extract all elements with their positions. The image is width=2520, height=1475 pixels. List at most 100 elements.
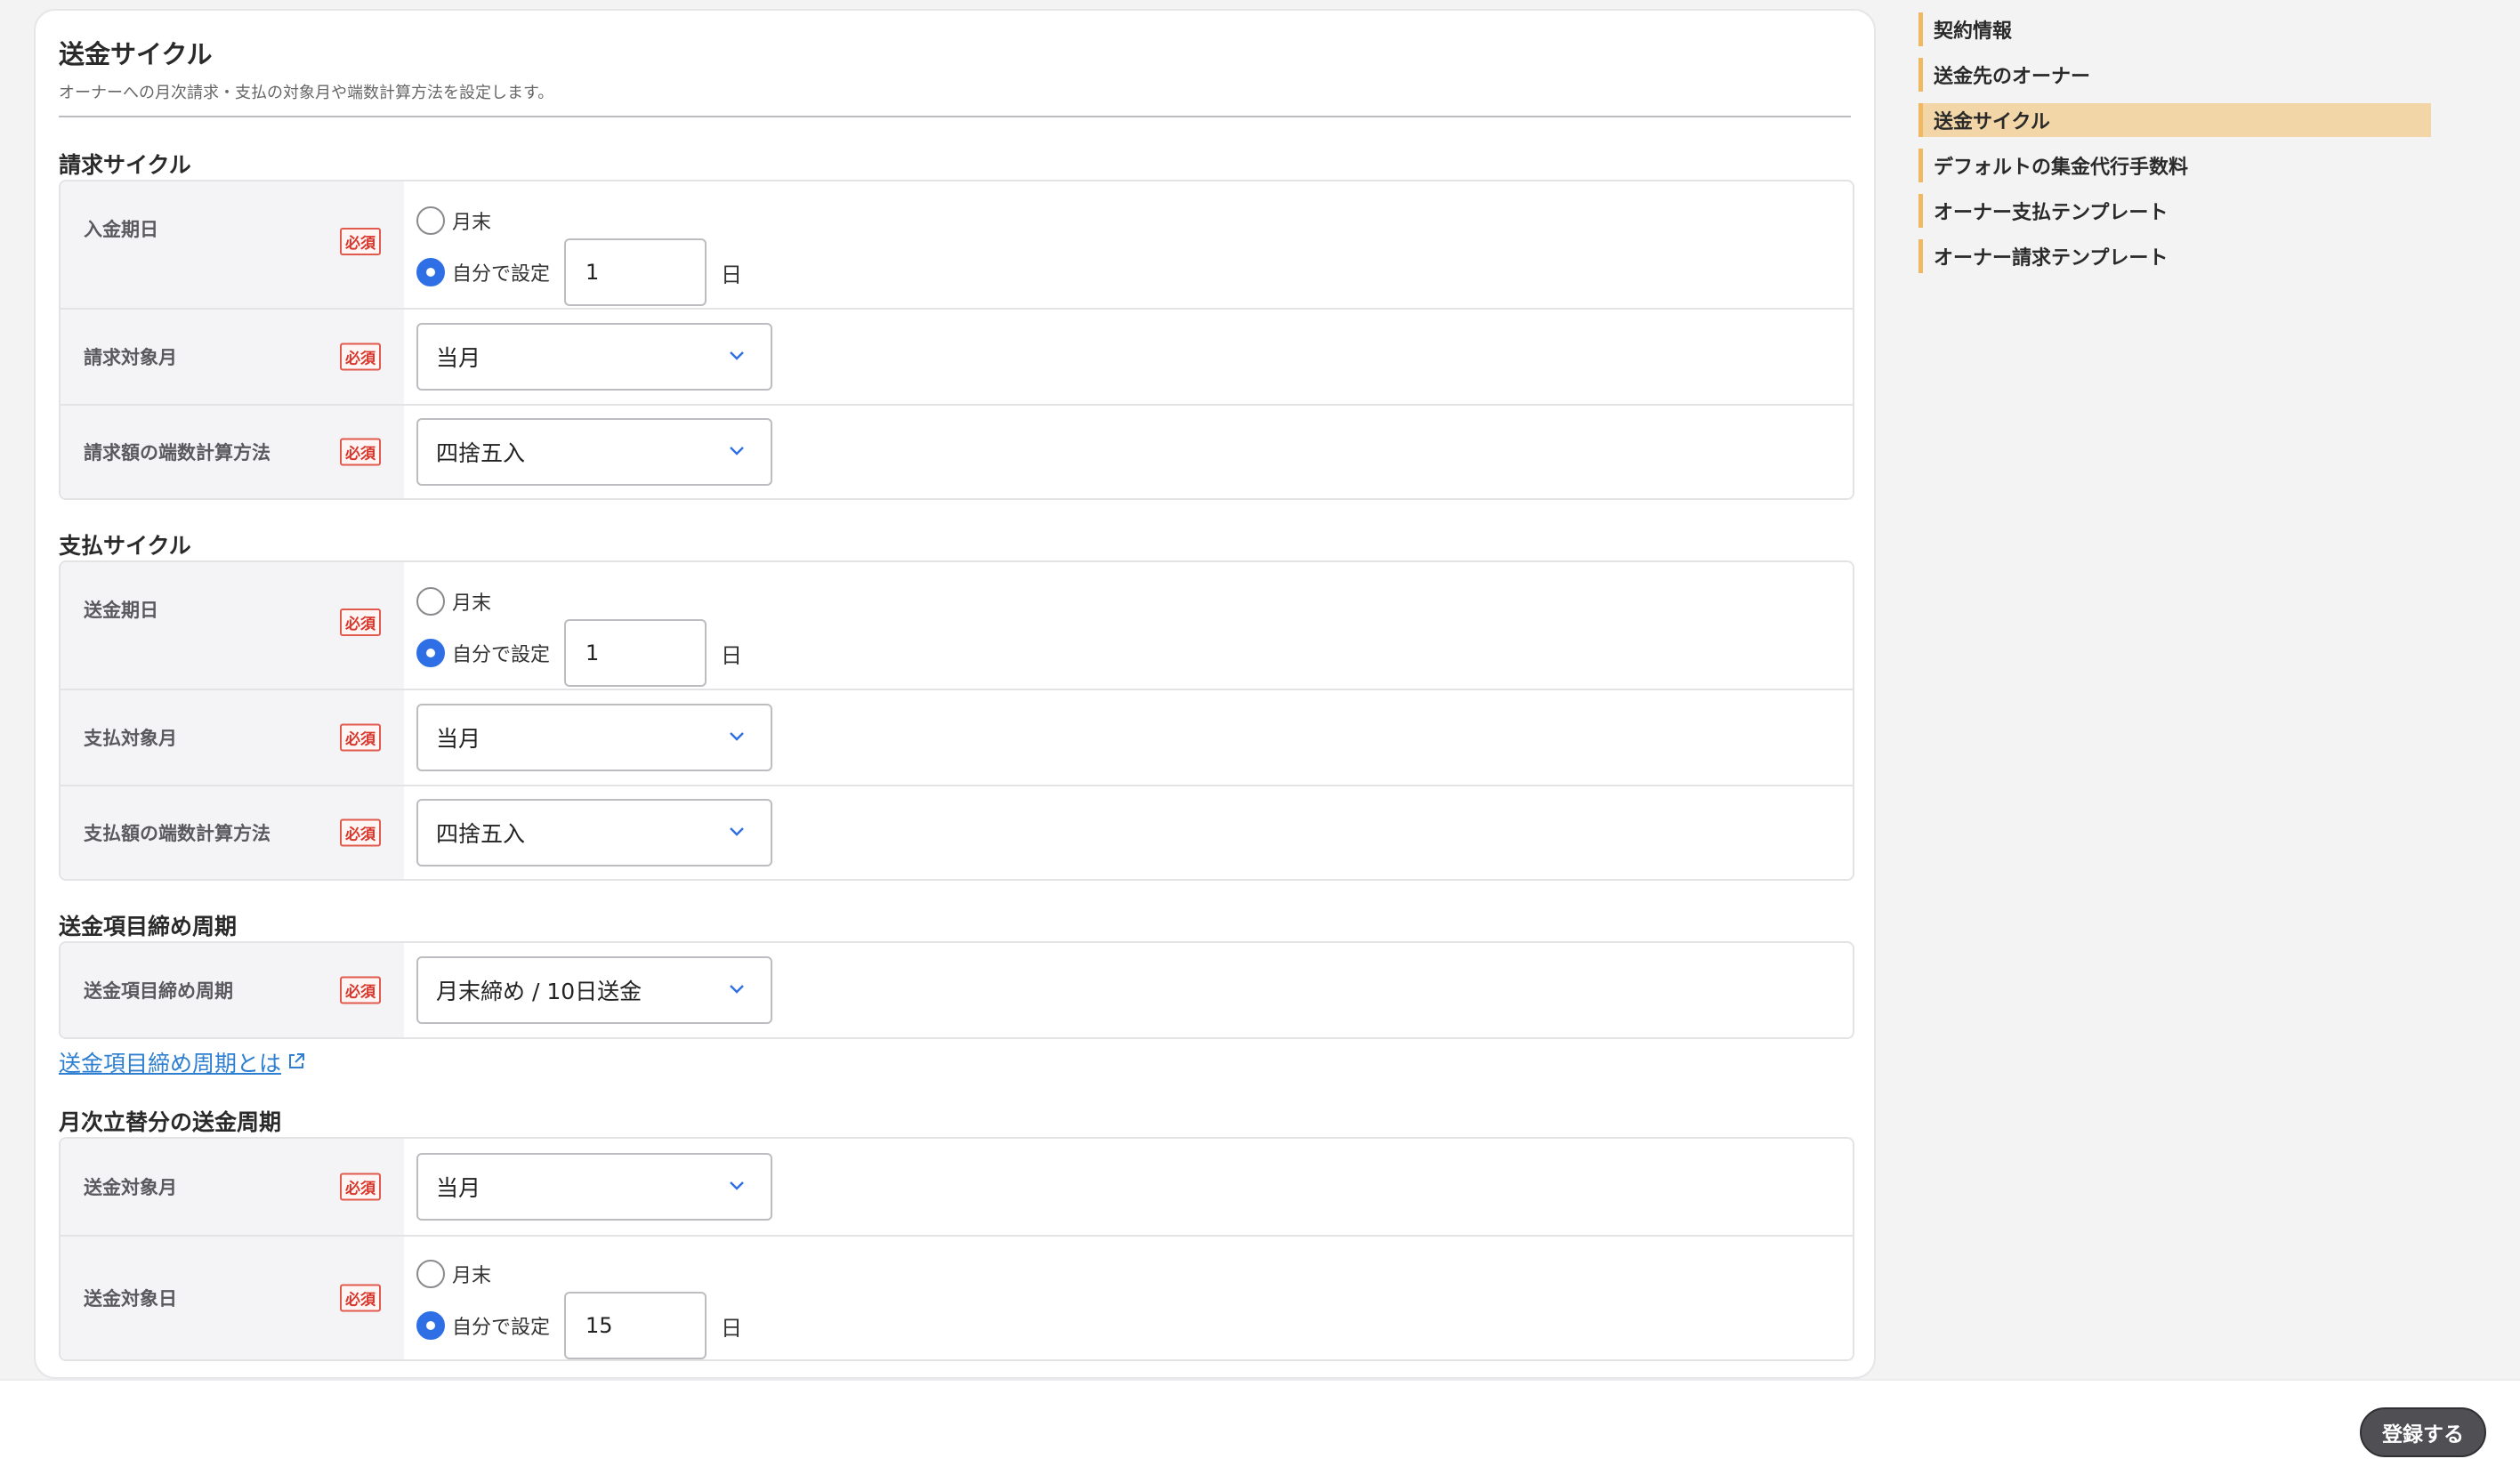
day-unit: 日: [721, 262, 743, 287]
field-content-cell: 当月: [404, 310, 1853, 404]
row-billing-rounding: 請求額の端数計算方法 必須 四捨五入: [61, 404, 1853, 498]
radio-month-end[interactable]: [416, 587, 445, 616]
billing-cycle-group: 入金期日 必須 月末 自分で設定 日 請求対象月 必須: [59, 180, 1854, 500]
closing-cycle-label: 送金項目締め周期: [84, 980, 233, 1002]
row-advance-target-month: 送金対象月 必須 当月: [61, 1139, 1853, 1235]
section-side-nav: 契約情報 送金先のオーナー 送金サイクル デフォルトの集金代行手数料 オーナー支…: [1918, 12, 2431, 285]
radio-month-end[interactable]: [416, 206, 445, 235]
field-label-cell: 請求対象月 必須: [61, 310, 404, 404]
nav-item-recipient-owner[interactable]: 送金先のオーナー: [1918, 58, 2431, 92]
required-badge: 必須: [340, 228, 381, 255]
payout-target-month-select[interactable]: 当月: [416, 704, 772, 771]
billing-rounding-select[interactable]: 四捨五入: [416, 418, 772, 486]
advance-target-day-input[interactable]: [564, 1292, 707, 1359]
external-link-icon[interactable]: [287, 1052, 306, 1071]
transfer-day-input[interactable]: [564, 619, 707, 687]
required-badge: 必須: [340, 723, 381, 752]
billing-target-month-select[interactable]: 当月: [416, 323, 772, 391]
radio-option-custom[interactable]: 自分で設定 日: [416, 238, 1853, 306]
required-badge: 必須: [340, 343, 381, 371]
row-billing-target-month: 請求対象月 必須 当月: [61, 308, 1853, 404]
monthly-advance-group: 送金対象月 必須 当月 送金対象日 必須 月末 自分で設定 15 日: [59, 1137, 1854, 1361]
radio-label-custom: 自分で設定: [452, 263, 551, 286]
select-value: 四捨五入: [436, 821, 526, 847]
payout-rounding-select[interactable]: 四捨五入: [416, 799, 772, 866]
radio-label-month-end: 月末: [452, 212, 492, 234]
field-content-cell: 四捨五入: [404, 406, 1853, 498]
select-value: 当月: [436, 726, 481, 752]
payment-day-options: 月末 自分で設定 日: [404, 181, 1853, 308]
section-title-payout-cycle: 支払サイクル: [59, 533, 191, 559]
nav-item-billing-template[interactable]: オーナー請求テンプレート: [1918, 239, 2431, 273]
field-content-cell: 当月: [404, 1139, 1853, 1235]
chevron-down-icon: [730, 827, 744, 836]
field-content-cell: 四捨五入: [404, 786, 1853, 879]
field-label-cell: 支払対象月 必須: [61, 690, 404, 785]
payout-target-month-label: 支払対象月: [84, 728, 177, 749]
radio-label-month-end: 月末: [452, 1265, 492, 1287]
title-divider: [59, 116, 1851, 117]
required-badge: 必須: [340, 1173, 381, 1201]
radio-label-custom: 自分で設定: [452, 1317, 551, 1339]
page-description: オーナーへの月次請求・支払の対象月や端数計算方法を設定します。: [59, 84, 554, 102]
day-unit: 日: [721, 642, 743, 668]
footer-bar: 登録する: [0, 1379, 2520, 1475]
radio-option-custom[interactable]: 自分で設定 日: [416, 619, 1853, 687]
section-title-billing-cycle: 請求サイクル: [59, 152, 191, 178]
radio-option-custom[interactable]: 自分で設定 日: [416, 1292, 1853, 1359]
chevron-down-icon: [730, 1181, 744, 1190]
field-label-cell: 送金項目締め周期 必須: [61, 943, 404, 1037]
payment-day-label: 入金期日: [84, 219, 158, 240]
radio-option-month-end[interactable]: 月末: [416, 1258, 1853, 1290]
row-closing-cycle: 送金項目締め周期 必須 月末締め / 10日送金: [61, 943, 1853, 1037]
day-unit: 日: [721, 1315, 743, 1341]
submit-button[interactable]: 登録する: [2360, 1407, 2486, 1457]
advance-target-day-options: 月末 自分で設定 日: [404, 1237, 1853, 1359]
payout-rounding-label: 支払額の端数計算方法: [84, 823, 271, 844]
field-label-cell: 入金期日 必須: [61, 181, 404, 308]
advance-target-month-label: 送金対象月: [84, 1177, 177, 1198]
nav-item-transfer-cycle[interactable]: 送金サイクル: [1918, 103, 2431, 137]
radio-custom[interactable]: [416, 1311, 445, 1340]
field-label-cell: 支払額の端数計算方法 必須: [61, 786, 404, 879]
nav-item-contract-info[interactable]: 契約情報: [1918, 12, 2431, 46]
select-value: 当月: [436, 345, 481, 371]
radio-custom[interactable]: [416, 258, 445, 286]
required-badge: 必須: [340, 1284, 381, 1312]
payout-cycle-group: 送金期日 必須 月末 自分で設定 日 支払対象月 必須: [59, 560, 1854, 881]
radio-option-month-end[interactable]: 月末: [416, 205, 1853, 237]
page-title: 送金サイクル: [59, 39, 213, 69]
field-content-cell: 月末締め / 10日送金: [404, 943, 1853, 1037]
field-label-cell: 送金対象日 必須: [61, 1237, 404, 1359]
select-value: 四捨五入: [436, 440, 526, 466]
select-value: 当月: [436, 1175, 481, 1201]
transfer-day-label: 送金期日: [84, 600, 158, 621]
required-badge: 必須: [340, 438, 381, 466]
chevron-down-icon: [730, 447, 744, 455]
required-badge: 必須: [340, 818, 381, 847]
section-title-closing-cycle: 送金項目締め周期: [59, 914, 238, 939]
radio-label-month-end: 月末: [452, 592, 492, 615]
field-content-cell: 当月: [404, 690, 1853, 785]
field-label-cell: 送金対象月 必須: [61, 1139, 404, 1235]
row-transfer-day: 送金期日 必須 月末 自分で設定 日: [61, 562, 1853, 689]
radio-custom[interactable]: [416, 639, 445, 667]
field-label-cell: 送金期日 必須: [61, 562, 404, 689]
chevron-down-icon: [730, 351, 744, 360]
transfer-day-options: 月末 自分で設定 日: [404, 562, 1853, 689]
advance-target-day-label: 送金対象日: [84, 1288, 177, 1310]
nav-item-default-fee[interactable]: デフォルトの集金代行手数料: [1918, 149, 2431, 182]
settings-card: 送金サイクル オーナーへの月次請求・支払の対象月や端数計算方法を設定します。 請…: [34, 9, 1876, 1379]
radio-option-month-end[interactable]: 月末: [416, 585, 1853, 617]
payment-day-input[interactable]: [564, 238, 707, 306]
closing-cycle-select[interactable]: 月末締め / 10日送金: [416, 956, 772, 1024]
row-payout-target-month: 支払対象月 必須 当月: [61, 689, 1853, 785]
closing-cycle-help-link[interactable]: 送金項目締め周期とは: [59, 1046, 281, 1078]
select-value: 月末締め / 10日送金: [436, 979, 642, 1004]
advance-target-month-select[interactable]: 当月: [416, 1153, 772, 1221]
row-payment-day: 入金期日 必須 月末 自分で設定 日: [61, 181, 1853, 308]
nav-item-payout-template[interactable]: オーナー支払テンプレート: [1918, 194, 2431, 228]
chevron-down-icon: [730, 985, 744, 994]
radio-month-end[interactable]: [416, 1260, 445, 1288]
row-advance-target-day: 送金対象日 必須 月末 自分で設定 日: [61, 1235, 1853, 1359]
